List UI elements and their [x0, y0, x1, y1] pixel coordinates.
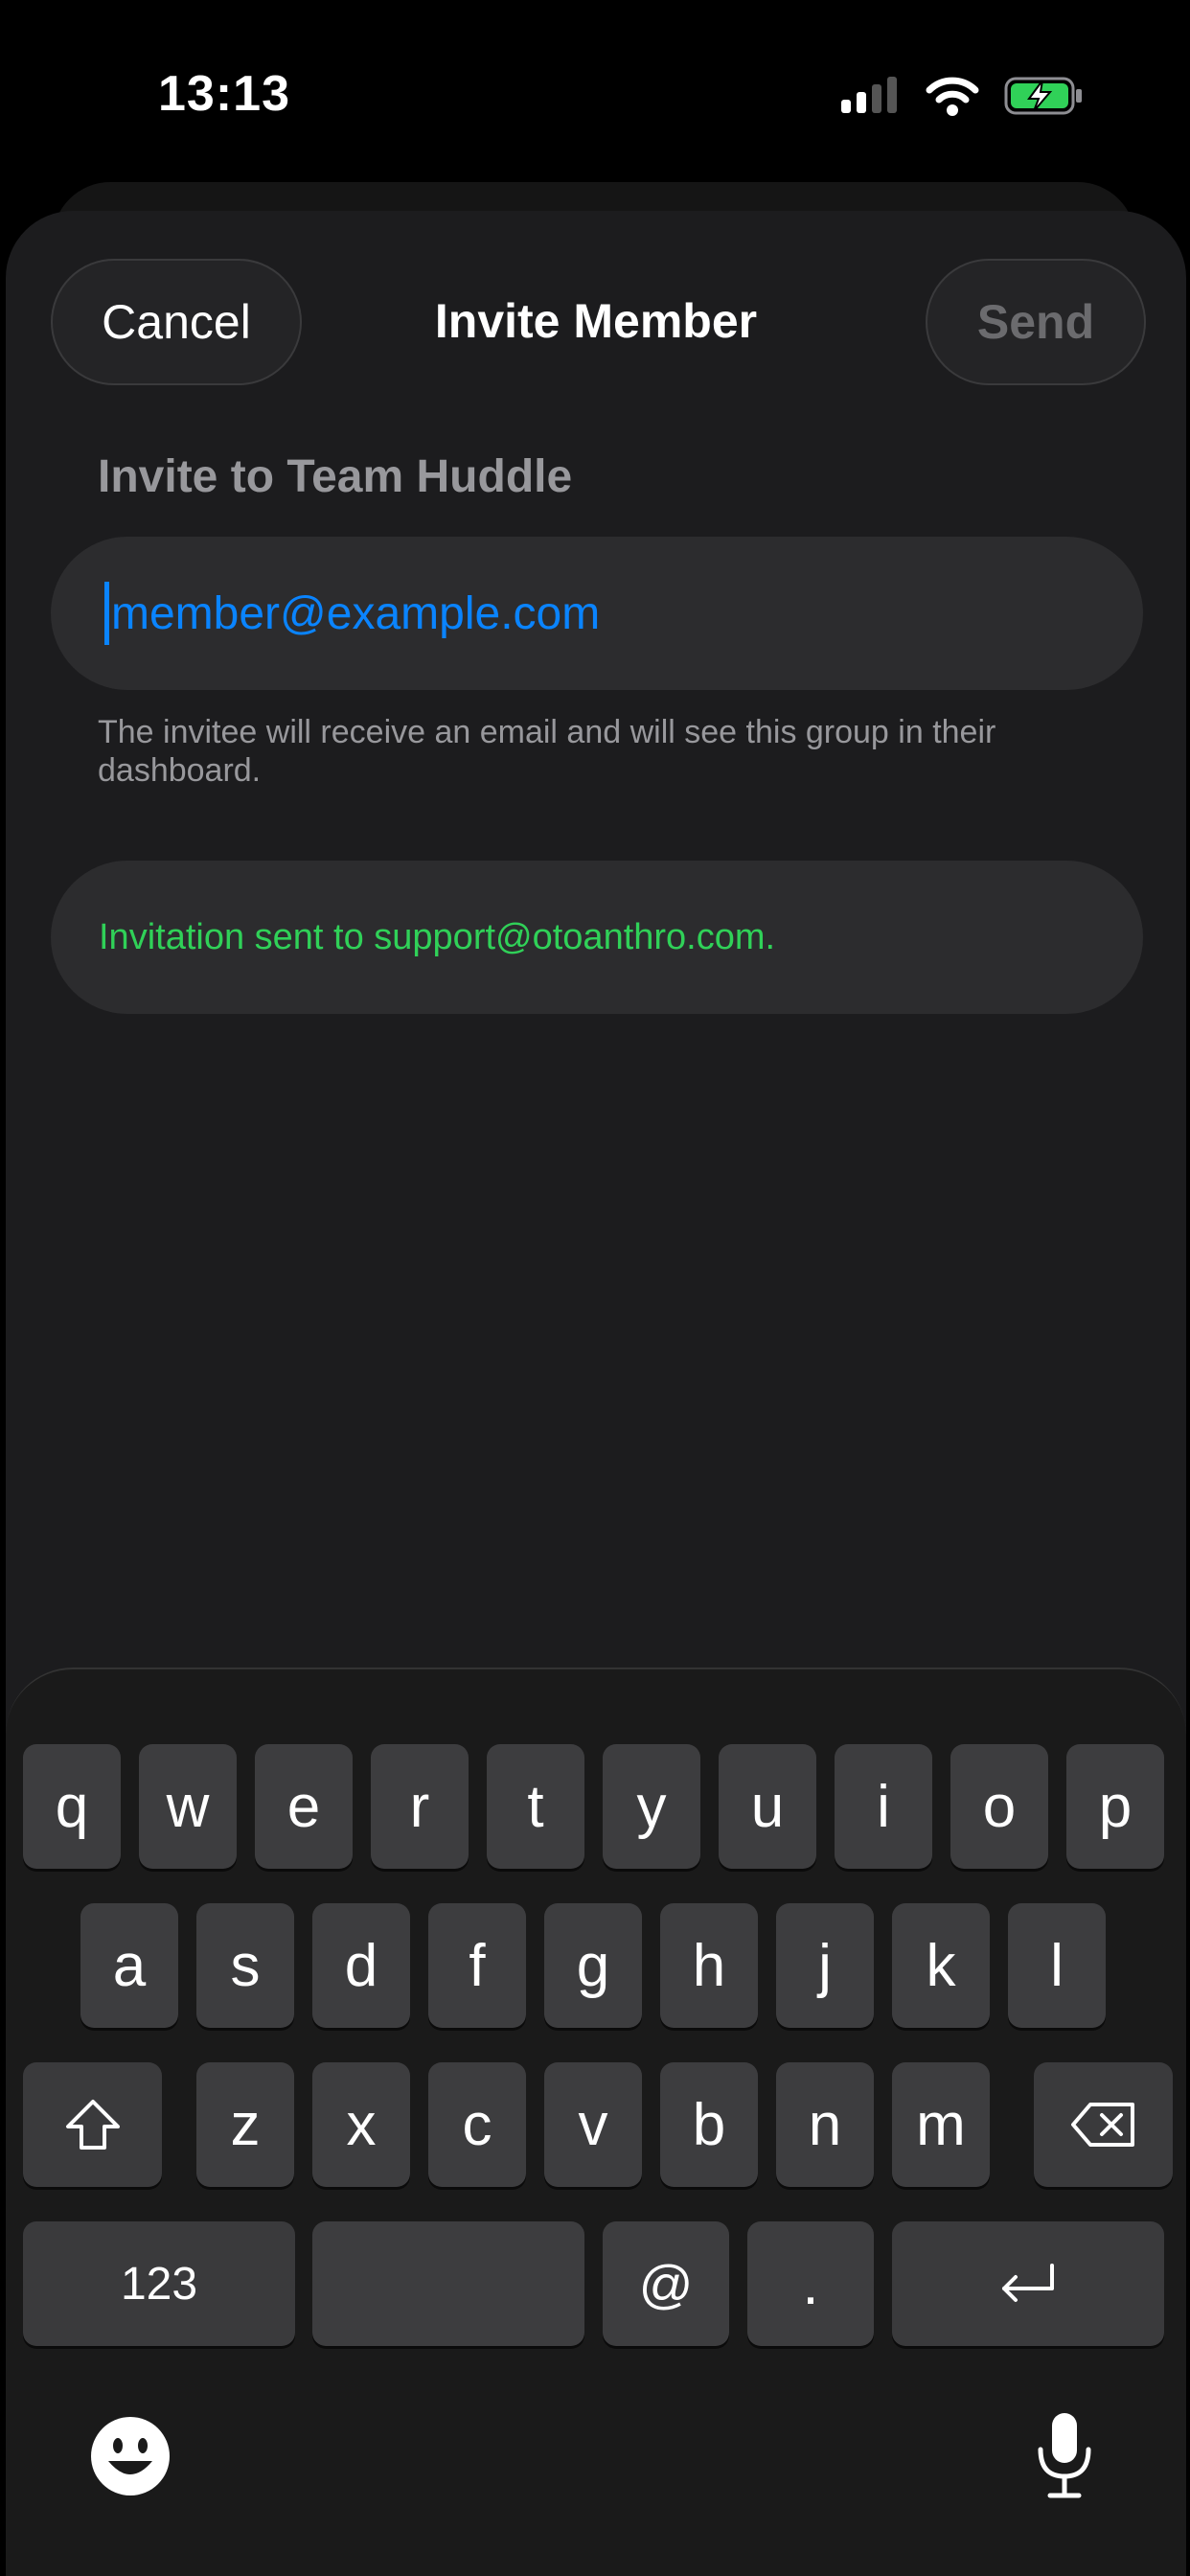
key-r[interactable]: r	[371, 1744, 469, 1869]
key-p[interactable]: p	[1066, 1744, 1164, 1869]
key-f[interactable]: f	[428, 1903, 526, 2028]
key-u[interactable]: u	[719, 1744, 816, 1869]
email-field[interactable]	[51, 537, 1143, 690]
key-period[interactable]: .	[747, 2221, 874, 2346]
success-banner: Invitation sent to support@otoanthro.com…	[51, 861, 1143, 1014]
key-o[interactable]: o	[950, 1744, 1048, 1869]
email-input[interactable]	[111, 586, 1069, 640]
microphone-icon[interactable]	[1031, 2409, 1098, 2501]
text-cursor	[104, 582, 109, 645]
key-i[interactable]: i	[835, 1744, 932, 1869]
backspace-key[interactable]	[1034, 2062, 1173, 2187]
numbers-key[interactable]: 123	[23, 2221, 295, 2346]
space-bar[interactable]	[312, 2221, 584, 2346]
send-button[interactable]: Send	[926, 259, 1146, 385]
key-n[interactable]: n	[776, 2062, 874, 2187]
key-a[interactable]: a	[80, 1903, 178, 2028]
emoji-icon[interactable]	[89, 2415, 172, 2497]
key-g[interactable]: g	[544, 1903, 642, 2028]
key-c[interactable]: c	[428, 2062, 526, 2187]
key-q[interactable]: q	[23, 1744, 121, 1869]
key-y[interactable]: y	[603, 1744, 700, 1869]
helper-text: The invitee will receive an email and wi…	[98, 714, 996, 789]
wifi-icon	[926, 77, 979, 116]
key-e[interactable]: e	[255, 1744, 353, 1869]
cellular-signal-icon	[841, 77, 897, 113]
key-k[interactable]: k	[892, 1903, 990, 2028]
shift-icon	[65, 2100, 120, 2150]
key-d[interactable]: d	[312, 1903, 410, 2028]
key-h[interactable]: h	[660, 1903, 758, 2028]
key-b[interactable]: b	[660, 2062, 758, 2187]
return-icon	[1002, 2264, 1054, 2302]
key-l[interactable]: l	[1008, 1903, 1106, 2028]
delete-icon	[1070, 2103, 1134, 2147]
key-z[interactable]: z	[196, 2062, 294, 2187]
on-screen-keyboard: q w e r t y u i o p a s d f g h j k l z …	[6, 1668, 1186, 2576]
battery-charging-icon	[1004, 77, 1082, 115]
shift-key[interactable]	[23, 2062, 162, 2187]
section-label: Invite to Team Huddle	[98, 451, 573, 502]
status-time: 13:13	[158, 66, 290, 122]
status-icons	[841, 75, 1085, 117]
key-j[interactable]: j	[776, 1903, 874, 2028]
key-t[interactable]: t	[487, 1744, 584, 1869]
invite-member-sheet: Cancel Invite Member Send Invite to Team…	[6, 211, 1186, 2576]
key-at[interactable]: @	[603, 2221, 729, 2346]
key-v[interactable]: v	[544, 2062, 642, 2187]
key-w[interactable]: w	[139, 1744, 237, 1869]
success-message: Invitation sent to support@otoanthro.com…	[99, 916, 776, 957]
status-bar: 13:13	[0, 0, 1190, 182]
key-s[interactable]: s	[196, 1903, 294, 2028]
key-m[interactable]: m	[892, 2062, 990, 2187]
key-x[interactable]: x	[312, 2062, 410, 2187]
return-key[interactable]	[892, 2221, 1164, 2346]
